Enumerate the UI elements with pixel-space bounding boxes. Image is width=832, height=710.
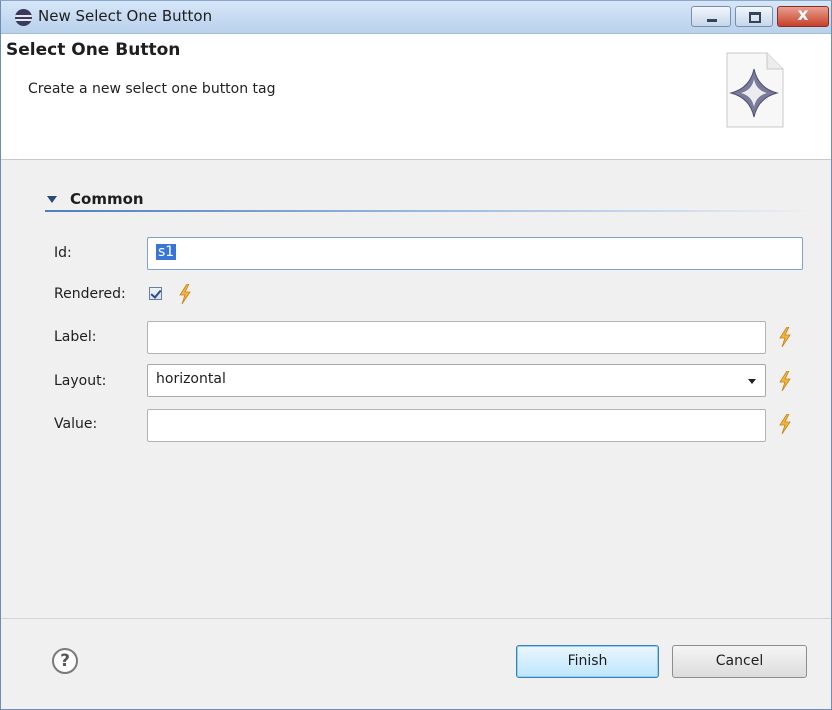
close-icon: x (797, 5, 809, 25)
chevron-down-icon[interactable] (748, 379, 756, 384)
value-field[interactable] (147, 409, 766, 442)
wizard-star-icon (726, 52, 784, 128)
lightning-icon[interactable] (778, 371, 792, 391)
section-divider (45, 210, 815, 212)
collapse-arrow-icon[interactable] (47, 196, 57, 203)
footer-divider (1, 618, 831, 619)
window-title: New Select One Button (38, 7, 213, 25)
layout-dropdown[interactable]: horizontal (147, 364, 766, 397)
finish-button[interactable]: Finish (516, 645, 659, 678)
page-title: Select One Button (6, 40, 181, 60)
label-label: Label: (54, 329, 97, 345)
section-title-common[interactable]: Common (70, 190, 144, 208)
layout-selected-value: horizontal (156, 371, 226, 387)
eclipse-icon (15, 9, 32, 26)
cancel-button[interactable]: Cancel (672, 645, 807, 678)
lightning-icon[interactable] (178, 284, 192, 304)
lightning-icon[interactable] (778, 327, 792, 347)
maximize-button[interactable] (735, 6, 773, 27)
help-icon: ? (60, 651, 70, 671)
dialog-window: New Select One Button x Select One Butto… (0, 0, 832, 710)
lightning-icon[interactable] (778, 414, 792, 434)
close-button[interactable]: x (777, 5, 829, 27)
layout-label: Layout: (54, 373, 107, 389)
id-field[interactable]: s1 (147, 237, 803, 270)
help-button[interactable]: ? (52, 648, 78, 674)
id-label: Id: (54, 245, 72, 261)
label-field[interactable] (147, 321, 766, 354)
value-label: Value: (54, 416, 98, 432)
title-bar[interactable]: New Select One Button x (1, 1, 831, 34)
page-description: Create a new select one button tag (28, 81, 276, 97)
minimize-button[interactable] (691, 6, 731, 27)
id-field-value: s1 (156, 244, 177, 260)
rendered-checkbox[interactable] (149, 287, 162, 300)
rendered-label: Rendered: (54, 286, 126, 302)
